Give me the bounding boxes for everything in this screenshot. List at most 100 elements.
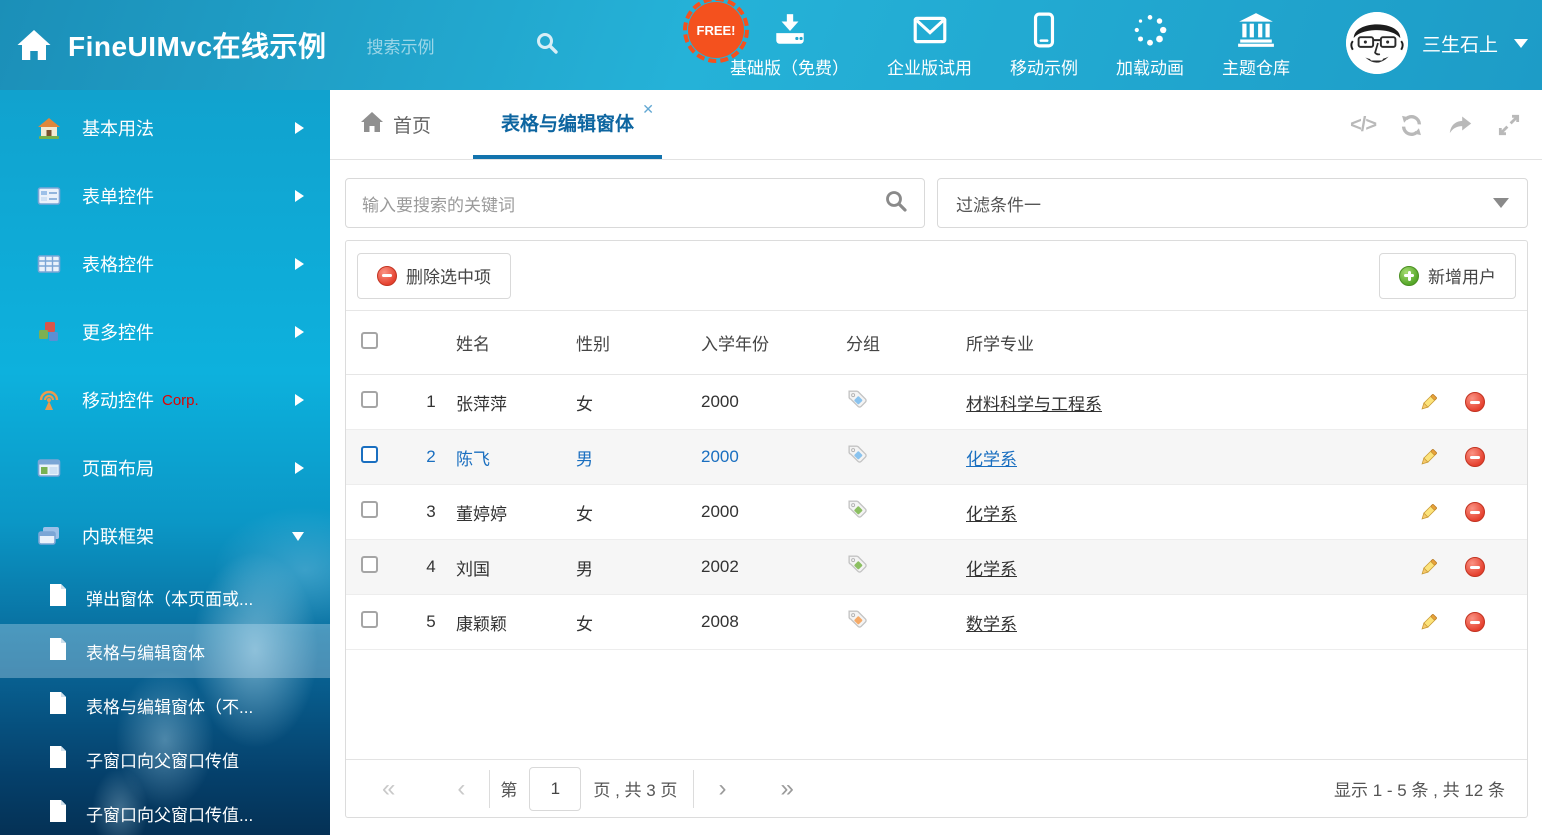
tag-icon (846, 608, 966, 636)
app-title: FineUIMvc在线示例 (68, 25, 327, 65)
major-link[interactable]: 化学系 (966, 560, 1017, 579)
column-header-year[interactable]: 入学年份 (701, 330, 846, 355)
table-header: 姓名 性别 入学年份 分组 所学专业 (346, 311, 1527, 375)
chevron-down-icon (1493, 198, 1509, 208)
major-link[interactable]: 化学系 (966, 450, 1017, 469)
table-row[interactable]: 1 张萍萍 女 2000 材料科学与工程系 (346, 375, 1527, 430)
edit-icon[interactable] (1418, 447, 1439, 468)
add-user-button[interactable]: 新增用户 (1379, 253, 1516, 299)
delete-selected-button[interactable]: 删除选中项 (357, 253, 511, 299)
record-summary: 显示 1 - 5 条 , 共 12 条 (1334, 776, 1505, 801)
delete-icon[interactable] (1465, 557, 1485, 577)
row-checkbox[interactable] (361, 446, 378, 463)
nav-loading-animations[interactable]: 加载动画 (1116, 10, 1184, 79)
column-header-gender[interactable]: 性别 (576, 330, 701, 355)
row-checkbox[interactable] (361, 556, 378, 573)
tab-home[interactable]: 首页 (360, 90, 431, 159)
keyword-search-input[interactable]: 输入要搜索的关键词 (345, 178, 925, 228)
sidebar-item-page-layout[interactable]: 页面布局 (0, 434, 330, 502)
cell-year: 2002 (701, 557, 846, 577)
select-all-checkbox[interactable] (361, 332, 378, 349)
sidebar: 基本用法 表单控件 表格控件 更多控件 (0, 90, 330, 835)
file-icon (48, 745, 68, 774)
sidebar-subitem-child-to-parent[interactable]: 子窗口向父窗口传值 (0, 732, 330, 786)
sidebar-subitem-popup-window[interactable]: 弹出窗体（本页面或... (0, 570, 330, 624)
sidebar-item-form-controls[interactable]: 表单控件 (0, 162, 330, 230)
delete-icon[interactable] (1465, 502, 1485, 522)
delete-icon[interactable] (1465, 447, 1485, 467)
row-checkbox[interactable] (361, 391, 378, 408)
envelope-icon (911, 10, 949, 48)
chevron-right-icon (295, 258, 304, 270)
sidebar-subitem-grid-edit-window[interactable]: 表格与编辑窗体 (0, 624, 330, 678)
home-icon[interactable] (16, 28, 52, 62)
edit-icon[interactable] (1418, 557, 1439, 578)
page-number-input[interactable]: 1 (529, 767, 581, 811)
source-code-icon[interactable]: </> (1350, 114, 1376, 137)
column-header-group[interactable]: 分组 (846, 330, 966, 355)
chevron-right-icon (295, 462, 304, 474)
major-link[interactable]: 材料科学与工程系 (966, 395, 1102, 414)
edit-icon[interactable] (1418, 392, 1439, 413)
edit-icon[interactable] (1418, 502, 1439, 523)
sidebar-item-grid-controls[interactable]: 表格控件 (0, 230, 330, 298)
row-number: 4 (406, 557, 456, 577)
major-link[interactable]: 化学系 (966, 505, 1017, 524)
nav-enterprise-trial[interactable]: 企业版试用 (887, 10, 972, 79)
table-row[interactable]: 4 刘国 男 2002 化学系 (346, 540, 1527, 595)
user-menu[interactable]: 三生石上 (1346, 12, 1528, 74)
column-header-name[interactable]: 姓名 (456, 330, 576, 355)
grid-empty-area (346, 650, 1527, 759)
header-search[interactable]: 搜索示例 (367, 31, 559, 60)
chevron-right-icon (295, 394, 304, 406)
table-row[interactable]: 5 康颖颖 女 2008 数学系 (346, 595, 1527, 650)
antenna-icon (36, 388, 62, 412)
open-new-window-icon[interactable] (1447, 112, 1474, 139)
tag-icon (846, 498, 966, 526)
sidebar-subitem-child-to-parent-2[interactable]: 子窗口向父窗口传值... (0, 786, 330, 835)
corp-badge: Corp. (162, 392, 199, 409)
row-checkbox[interactable] (361, 501, 378, 518)
nav-theme-store[interactable]: 主题仓库 (1222, 10, 1290, 79)
close-icon[interactable]: ✕ (642, 101, 654, 118)
row-number: 5 (406, 612, 456, 632)
table-row[interactable]: 3 董婷婷 女 2000 化学系 (346, 485, 1527, 540)
row-number: 1 (406, 392, 456, 412)
row-checkbox[interactable] (361, 611, 378, 628)
plus-circle-icon (1399, 266, 1419, 286)
row-number: 3 (406, 502, 456, 522)
delete-icon[interactable] (1465, 392, 1485, 412)
nav-mobile-examples[interactable]: 移动示例 (1010, 10, 1078, 79)
download-icon (771, 10, 809, 48)
tab-bar: 首页 表格与编辑窗体 ✕ </> (330, 90, 1542, 160)
search-icon[interactable] (884, 189, 908, 218)
grid-panel: 删除选中项 新增用户 姓名 性别 入学年份 分组 所学专业 1 (345, 240, 1528, 818)
delete-icon[interactable] (1465, 612, 1485, 632)
column-header-major[interactable]: 所学专业 (966, 330, 1397, 355)
sidebar-item-more-controls[interactable]: 更多控件 (0, 298, 330, 366)
filter-dropdown[interactable]: 过滤条件一 (937, 178, 1528, 228)
next-page-button[interactable]: › (704, 777, 740, 801)
last-page-button[interactable]: » (766, 777, 807, 801)
username: 三生石上 (1422, 30, 1498, 57)
chevron-right-icon (295, 190, 304, 202)
edit-icon[interactable] (1418, 612, 1439, 633)
tab-grid-edit-window[interactable]: 表格与编辑窗体 ✕ (473, 90, 662, 159)
major-link[interactable]: 数学系 (966, 615, 1017, 634)
avatar (1346, 12, 1408, 74)
sidebar-item-basic-usage[interactable]: 基本用法 (0, 94, 330, 162)
table-icon (36, 252, 62, 276)
expand-icon[interactable] (1496, 112, 1522, 138)
table-row[interactable]: 2 陈飞 男 2000 化学系 (346, 430, 1527, 485)
search-icon[interactable] (535, 31, 559, 60)
cell-name: 康颖颖 (456, 610, 576, 635)
prev-page-button[interactable]: ‹ (443, 777, 479, 801)
home-icon (360, 111, 384, 139)
sidebar-item-mobile-controls[interactable]: 移动控件 Corp. (0, 366, 330, 434)
sidebar-subitem-grid-edit-window-2[interactable]: 表格与编辑窗体（不... (0, 678, 330, 732)
house-icon (36, 116, 62, 140)
refresh-icon[interactable] (1398, 112, 1425, 139)
sidebar-item-iframe[interactable]: 内联框架 (0, 502, 330, 570)
first-page-button[interactable]: « (368, 777, 409, 801)
file-icon (48, 799, 68, 828)
